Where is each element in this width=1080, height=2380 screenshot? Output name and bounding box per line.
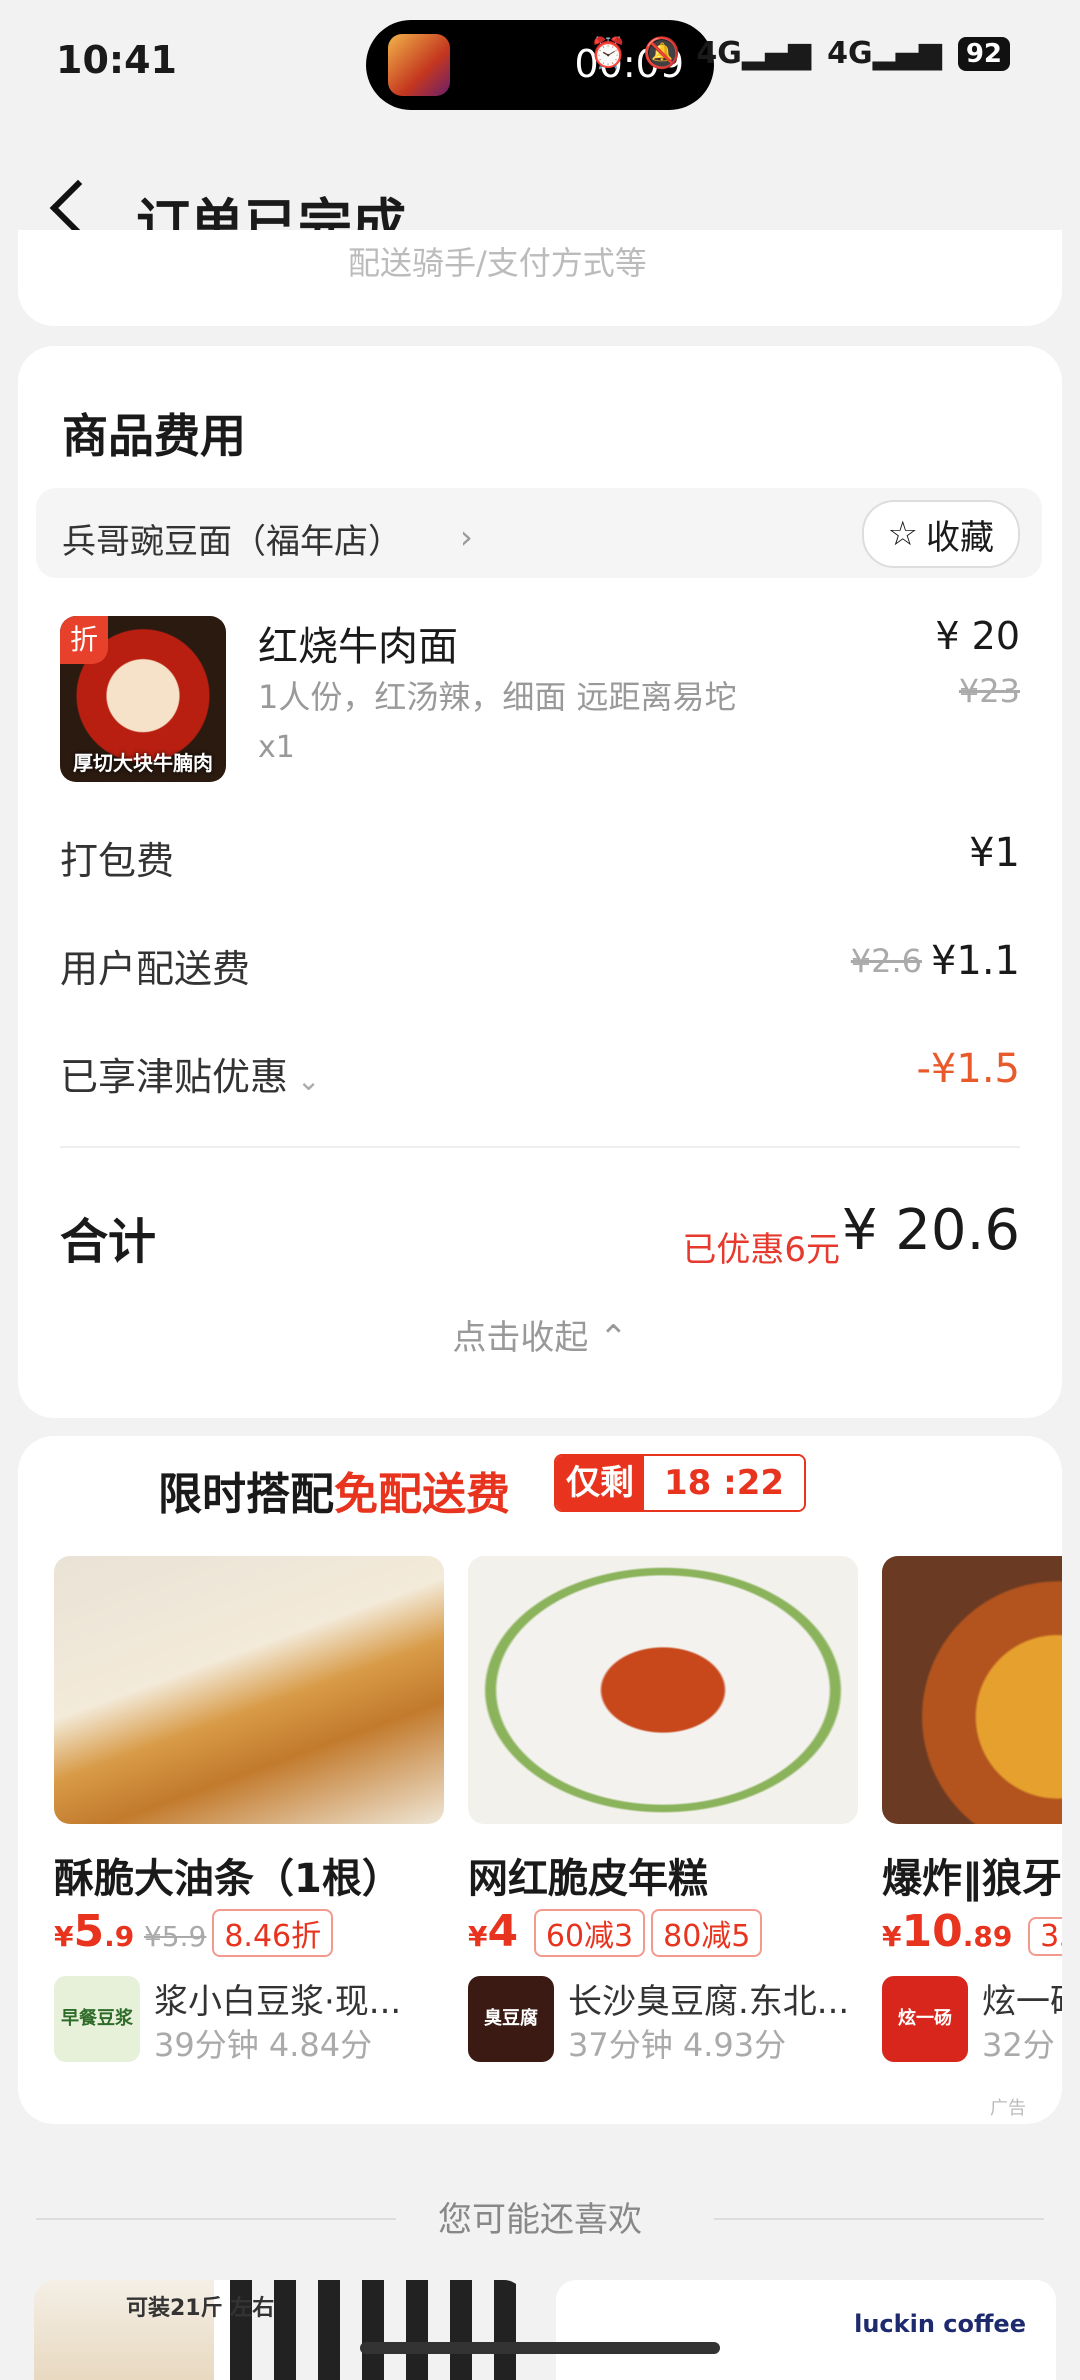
favorite-label: 收藏 (926, 517, 994, 558)
store-row[interactable]: 兵哥豌豆面（福年店） › ☆ 收藏 (36, 488, 1042, 578)
promo-item-price: ¥10.89 35 (882, 1906, 1062, 1957)
favorite-button[interactable]: ☆ 收藏 (861, 500, 1020, 568)
delivery-info-card: 配送骑手/支付方式等 (18, 230, 1062, 326)
price-orig: ¥5.9 (143, 1920, 207, 1953)
promo-card: 限时搭配免配送费 仅剩 18 :22 酥脆大油条（1根） ¥5.9 ¥5.9 8.… (18, 1436, 1062, 2124)
signal-label: 4G (827, 36, 873, 71)
product-orig-price: ¥23 (958, 672, 1020, 710)
promo-store-name: 炫一砀 (982, 1982, 1062, 2022)
status-bar: 10:41 00:09 ⏰ 🔕 4G▂▄▆ 4G▂▄▆ 92 (0, 0, 1080, 120)
recommend-title: 您可能还喜欢 (438, 2200, 642, 2240)
subsidy-value: -¥1.5 (916, 1046, 1021, 1092)
battery-icon: 92 (957, 36, 1010, 71)
delivery-fee-label: 用户配送费 (60, 947, 251, 991)
price-int: 5 (73, 1906, 105, 1957)
recommend-item[interactable]: 可装21斤 左右 (34, 2280, 524, 2380)
promo-tag: 80减5 (651, 1909, 763, 1957)
promo-title-highlight: 免配送费 (334, 1469, 510, 1520)
star-icon: ☆ (887, 514, 918, 554)
subsidy-label: 已享津贴优惠 (60, 1055, 289, 1099)
promo-item-name: 爆炸‖狼牙 (882, 1856, 1062, 1902)
chevron-down-icon: ⌄ (288, 1064, 321, 1097)
delivery-info-text: 配送骑手/支付方式等 (348, 244, 647, 282)
promo-item-name: 酥脆大油条（1根） (54, 1856, 402, 1902)
signal-4g-icon: 4G▂▄▆ (696, 36, 812, 71)
promo-item-price: ¥4 60减3 80减5 (468, 1906, 763, 1957)
promo-store-name: 长沙臭豆腐.东北... (568, 1982, 850, 2022)
promo-tag: 8.46折 (212, 1909, 334, 1957)
promo-store-meta: 39分钟 4.84分 (154, 2026, 373, 2064)
total-value: ¥ 20.6 (841, 1198, 1020, 1263)
product-desc: 1人份，红汤辣，细面 远距离易坨 (258, 678, 737, 716)
brand-logo: luckin coffee (854, 2310, 1026, 2338)
countdown-label: 仅剩 (556, 1456, 644, 1510)
countdown-value: 18 :22 (644, 1456, 805, 1510)
total-saved: 已优惠6元 (682, 1230, 840, 1270)
total-label: 合计 (60, 1214, 157, 1270)
game-app-icon (388, 34, 450, 96)
packing-fee-label: 打包费 (60, 839, 175, 883)
store-name[interactable]: 兵哥豌豆面（福年店） (62, 514, 402, 563)
divider (714, 2218, 1044, 2220)
back-arrow-icon[interactable] (49, 179, 107, 237)
promo-title: 限时搭配免配送费 (158, 1458, 510, 1522)
alarm-icon: ⏰ (589, 36, 628, 71)
packing-fee-value: ¥1 (969, 830, 1020, 876)
recommend-item-text: 可装21斤 左右 (126, 2296, 275, 2321)
collapse-button[interactable]: 点击收起 ⌃ (18, 1310, 1062, 1359)
store-logo: 臭豆腐 (468, 1976, 554, 2062)
price-dec: .9 (104, 1920, 135, 1953)
status-time: 10:41 (56, 38, 177, 82)
promo-item-name: 网红脆皮年糕 (468, 1856, 708, 1902)
promo-item-image (54, 1556, 444, 1824)
discount-badge: 折 (60, 616, 108, 664)
price-dec: .89 (962, 1920, 1013, 1953)
product-qty: x1 (258, 730, 295, 765)
product-image[interactable]: 折 厚切大块牛腩肉 (60, 616, 226, 782)
recommend-item[interactable]: luckin coffee (556, 2280, 1056, 2380)
promo-item-image (468, 1556, 858, 1824)
promo-item[interactable]: 爆炸‖狼牙 ¥10.89 35 炫一砀 炫一砀 32分 (882, 1556, 1062, 2116)
price-int: 4 (487, 1906, 519, 1957)
price-int: 10 (901, 1906, 963, 1957)
goods-fee-card: 商品费用 兵哥豌豆面（福年店） › ☆ 收藏 折 厚切大块牛腩肉 红烧牛肉面 1… (18, 346, 1062, 1418)
mute-icon: 🔕 (643, 36, 681, 71)
promo-item-image (882, 1556, 1062, 1824)
ad-label: 广告 (990, 2098, 1026, 2119)
product-name[interactable]: 红烧牛肉面 (258, 614, 458, 672)
promo-store-name: 浆小白豆浆·现... (154, 1982, 402, 2022)
section-title: 商品费用 (62, 409, 246, 463)
promo-tag: 60减3 (533, 1909, 646, 1957)
promo-store-meta: 37分钟 4.93分 (568, 2026, 787, 2064)
delivery-fee-value: ¥1.1 (930, 938, 1020, 984)
promo-tag: 35 (1028, 1917, 1062, 1956)
store-logo: 炫一砀 (882, 1976, 968, 2062)
subsidy-row[interactable]: 已享津贴优惠 ⌄ (60, 1046, 320, 1101)
promo-store-meta: 32分 (982, 2026, 1055, 2064)
signal-label: 4G (696, 36, 742, 71)
delivery-fee-orig: ¥2.6 (850, 942, 922, 980)
status-icons: ⏰ 🔕 4G▂▄▆ 4G▂▄▆ 92 (590, 36, 1010, 71)
product-price: ¥ 20 (935, 614, 1020, 658)
promo-item[interactable]: 网红脆皮年糕 ¥4 60减3 80减5 臭豆腐 长沙臭豆腐.东北... 37分钟 … (468, 1556, 858, 2116)
promo-title-prefix: 限时搭配 (158, 1469, 334, 1520)
chevron-right-icon: › (460, 518, 473, 556)
promo-countdown: 仅剩 18 :22 (554, 1454, 807, 1512)
product-image-caption: 厚切大块牛腩肉 (73, 751, 213, 775)
promo-item[interactable]: 酥脆大油条（1根） ¥5.9 ¥5.9 8.46折 早餐豆浆 浆小白豆浆·现...… (54, 1556, 444, 2116)
signal-4g-icon: 4G▂▄▆ (827, 36, 942, 71)
store-logo: 早餐豆浆 (54, 1976, 140, 2062)
divider (60, 1146, 1020, 1148)
promo-item-price: ¥5.9 ¥5.9 8.46折 (54, 1906, 334, 1957)
home-indicator[interactable] (360, 2342, 720, 2354)
